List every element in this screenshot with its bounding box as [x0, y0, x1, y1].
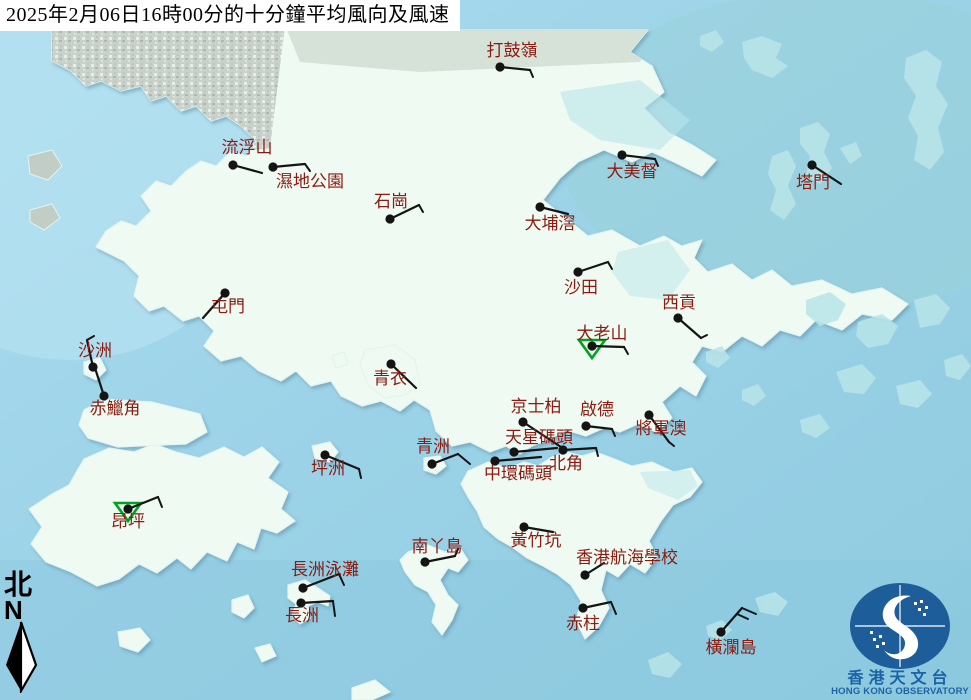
station-label: 青衣 — [373, 369, 407, 388]
station-label: 西貢 — [662, 293, 696, 312]
map-title: 2025年2月06日16時00分的十分鐘平均風向及風速 — [0, 0, 460, 31]
station-label: 大埔滘 — [525, 214, 576, 233]
station-label: 坪洲 — [311, 459, 345, 478]
station-label: 赤柱 — [566, 614, 600, 633]
station-dot — [518, 417, 527, 426]
station-label: 京士柏 — [511, 397, 562, 416]
station-dot — [578, 603, 587, 612]
wind-map-screen: 流浮山濕地公園 打鼓嶺大美督塔門石崗大埔滘沙田西貢 屯門沙洲赤鱲角 大老山青衣京士柏啟… — [0, 0, 971, 700]
station-label: 黃竹坑 — [511, 531, 562, 550]
station-dot — [673, 313, 682, 322]
station-dot — [581, 421, 590, 430]
station-label: 沙田 — [564, 278, 598, 297]
station-label: 啟德 — [580, 400, 614, 419]
south-sea-tint — [0, 560, 971, 700]
station-label: 塔門 — [796, 173, 830, 192]
station-label: 濕地公園 — [276, 172, 344, 191]
station-dot — [807, 160, 816, 169]
station-label: 長洲泳灘 — [291, 560, 359, 579]
station-dot — [228, 160, 237, 169]
station-dot — [420, 557, 429, 566]
station-label: 大老山 — [577, 324, 628, 343]
station-label: 昂坪 — [111, 512, 145, 531]
hong-kong-wind-map: 流浮山濕地公園 打鼓嶺大美督塔門石崗大埔滘沙田西貢 屯門沙洲赤鱲角 大老山青衣京士柏啟… — [0, 0, 971, 700]
wind-barb-shaft — [592, 346, 624, 347]
compass-needle-icon — [2, 621, 40, 693]
station-label: 赤鱲角 — [90, 399, 141, 418]
station-label: 石崗 — [374, 192, 408, 211]
station-dot — [509, 447, 518, 456]
station-label: 沙洲 — [78, 341, 112, 360]
station-dot — [268, 162, 277, 171]
station-label: 中環碼頭 — [484, 464, 552, 483]
station-label: 流浮山 — [222, 138, 273, 157]
hko-logo-icon — [848, 582, 952, 670]
station-label: 青洲 — [416, 437, 450, 456]
station-dot — [495, 62, 504, 71]
station-label: 將軍澳 — [636, 419, 687, 438]
station-label: 天星碼頭 — [505, 428, 573, 447]
station-dot — [427, 459, 436, 468]
station-dot — [580, 570, 589, 579]
station-dot — [386, 359, 395, 368]
station-dot — [298, 583, 307, 592]
station-dot — [385, 214, 394, 223]
station-label: 橫瀾島 — [706, 638, 757, 657]
station-label: 香港航海學校 — [576, 548, 678, 567]
station-dot — [535, 202, 544, 211]
north-indicator: 北 N — [2, 573, 42, 698]
station-dot — [617, 150, 626, 159]
north-letter: N — [4, 599, 42, 621]
station-dot — [716, 627, 725, 636]
station-dot — [573, 267, 582, 276]
hko-name-english: HONG KONG OBSERVATORY — [831, 686, 969, 698]
station-label: 北角 — [549, 454, 583, 473]
station-label: 大美督 — [607, 162, 658, 181]
station-label: 長洲 — [285, 606, 319, 625]
station-label: 打鼓嶺 — [487, 41, 538, 60]
station-label: 屯門 — [211, 297, 245, 316]
station-label: 南丫島 — [412, 537, 463, 556]
hko-logo: 香港天文台 HONG KONG OBSERVATORY — [831, 582, 969, 698]
hko-name-chinese: 香港天文台 — [831, 671, 969, 686]
